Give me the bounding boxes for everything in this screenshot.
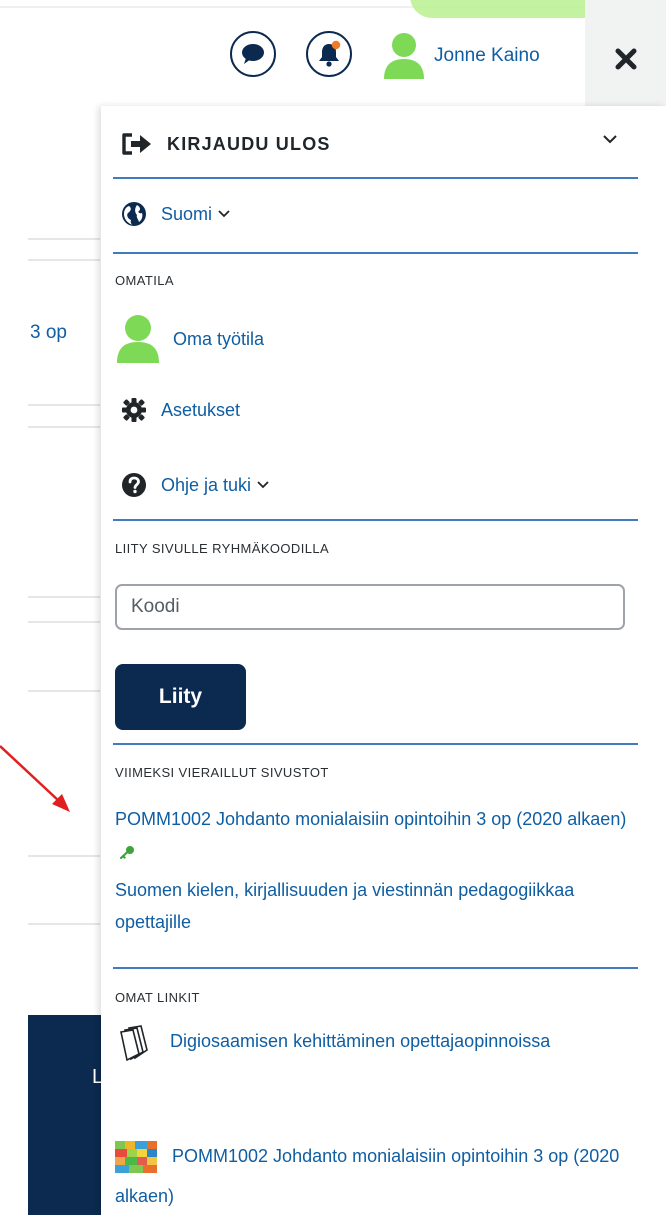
sign-out-icon (122, 133, 151, 155)
logout-label: KIRJAUDU ULOS (167, 133, 331, 154)
top-bar: Jonne Kaino (0, 0, 666, 106)
background-divider (28, 923, 100, 925)
language-selector[interactable]: Suomi (121, 201, 230, 227)
section-heading-join: LIITY SIVULLE RYHMÄKOODILLA (115, 541, 330, 556)
drawer-divider (113, 177, 638, 179)
background-divider (28, 426, 100, 428)
workspace-link[interactable]: Oma työtila (115, 313, 264, 365)
my-link-item[interactable]: Digiosaamisen kehittäminen opettajaopinn… (115, 1021, 655, 1062)
background-divider (28, 690, 100, 692)
recent-site-link[interactable]: Suomen kielen, kirjallisuuden ja viestin… (115, 874, 645, 938)
my-link-item[interactable]: POMM1002 Johdanto monialaisiin opintoihi… (115, 1136, 655, 1215)
help-label[interactable]: Ohje ja tuki (161, 475, 251, 496)
annotation-arrow-icon (0, 745, 70, 812)
user-avatar-icon (117, 315, 159, 363)
my-link-label[interactable]: Digiosaamisen kehittäminen opettajaopinn… (170, 1031, 550, 1051)
drawer-divider (113, 743, 638, 745)
logout-button[interactable]: KIRJAUDU ULOS (121, 132, 331, 156)
background-divider (28, 259, 100, 261)
close-icon (615, 48, 636, 70)
background-partial-text: 3 op (30, 322, 67, 343)
section-heading-recent: VIIMEKSI VIERAILLUT SIVUSTOT (115, 765, 329, 780)
course-thumbnail-icon (115, 1141, 157, 1174)
user-menu[interactable]: Jonne Kaino (382, 31, 540, 81)
background-dark-panel (28, 1015, 102, 1215)
join-button[interactable]: Liity (115, 664, 246, 730)
chevron-down-icon[interactable] (602, 134, 618, 144)
recent-site-link[interactable]: POMM1002 Johdanto monialaisiin opintoihi… (115, 803, 645, 867)
drawer-divider (113, 519, 638, 521)
globe-icon (122, 202, 146, 226)
background-divider (28, 404, 100, 406)
bell-icon (319, 40, 341, 67)
settings-link[interactable]: Asetukset (121, 397, 240, 423)
user-name[interactable]: Jonne Kaino (434, 45, 540, 67)
gear-icon (122, 398, 146, 422)
chevron-down-icon (218, 210, 230, 218)
user-drawer: KIRJAUDU ULOS Suomi OMATILA Oma työtila (101, 106, 666, 1215)
background-divider (28, 855, 100, 857)
recent-site-label[interactable]: Suomen kielen, kirjallisuuden ja viestin… (115, 880, 574, 932)
user-avatar-icon (384, 33, 424, 79)
chevron-down-icon (257, 481, 269, 489)
question-circle-icon (122, 473, 146, 497)
workspace-label[interactable]: Oma työtila (173, 329, 264, 350)
drawer-divider (113, 252, 638, 254)
chat-icon (242, 44, 264, 64)
background-divider (28, 596, 100, 598)
group-code-input[interactable] (115, 584, 625, 630)
key-icon (119, 846, 134, 860)
messages-button[interactable] (230, 31, 276, 77)
drawer-divider (113, 967, 638, 969)
background-divider (28, 621, 100, 623)
section-heading-my-links: OMAT LINKIT (115, 990, 200, 1005)
settings-label[interactable]: Asetukset (161, 400, 240, 421)
recent-site-label[interactable]: POMM1002 Johdanto monialaisiin opintoihi… (115, 809, 626, 829)
documents-icon (120, 1025, 148, 1062)
notifications-button[interactable] (306, 31, 352, 77)
background-divider (28, 238, 100, 240)
help-menu[interactable]: Ohje ja tuki (121, 472, 269, 498)
language-label[interactable]: Suomi (161, 204, 212, 225)
my-link-label[interactable]: POMM1002 Johdanto monialaisiin opintoihi… (115, 1146, 619, 1206)
close-drawer-button[interactable] (585, 0, 666, 106)
section-heading-omatila: OMATILA (115, 273, 174, 288)
